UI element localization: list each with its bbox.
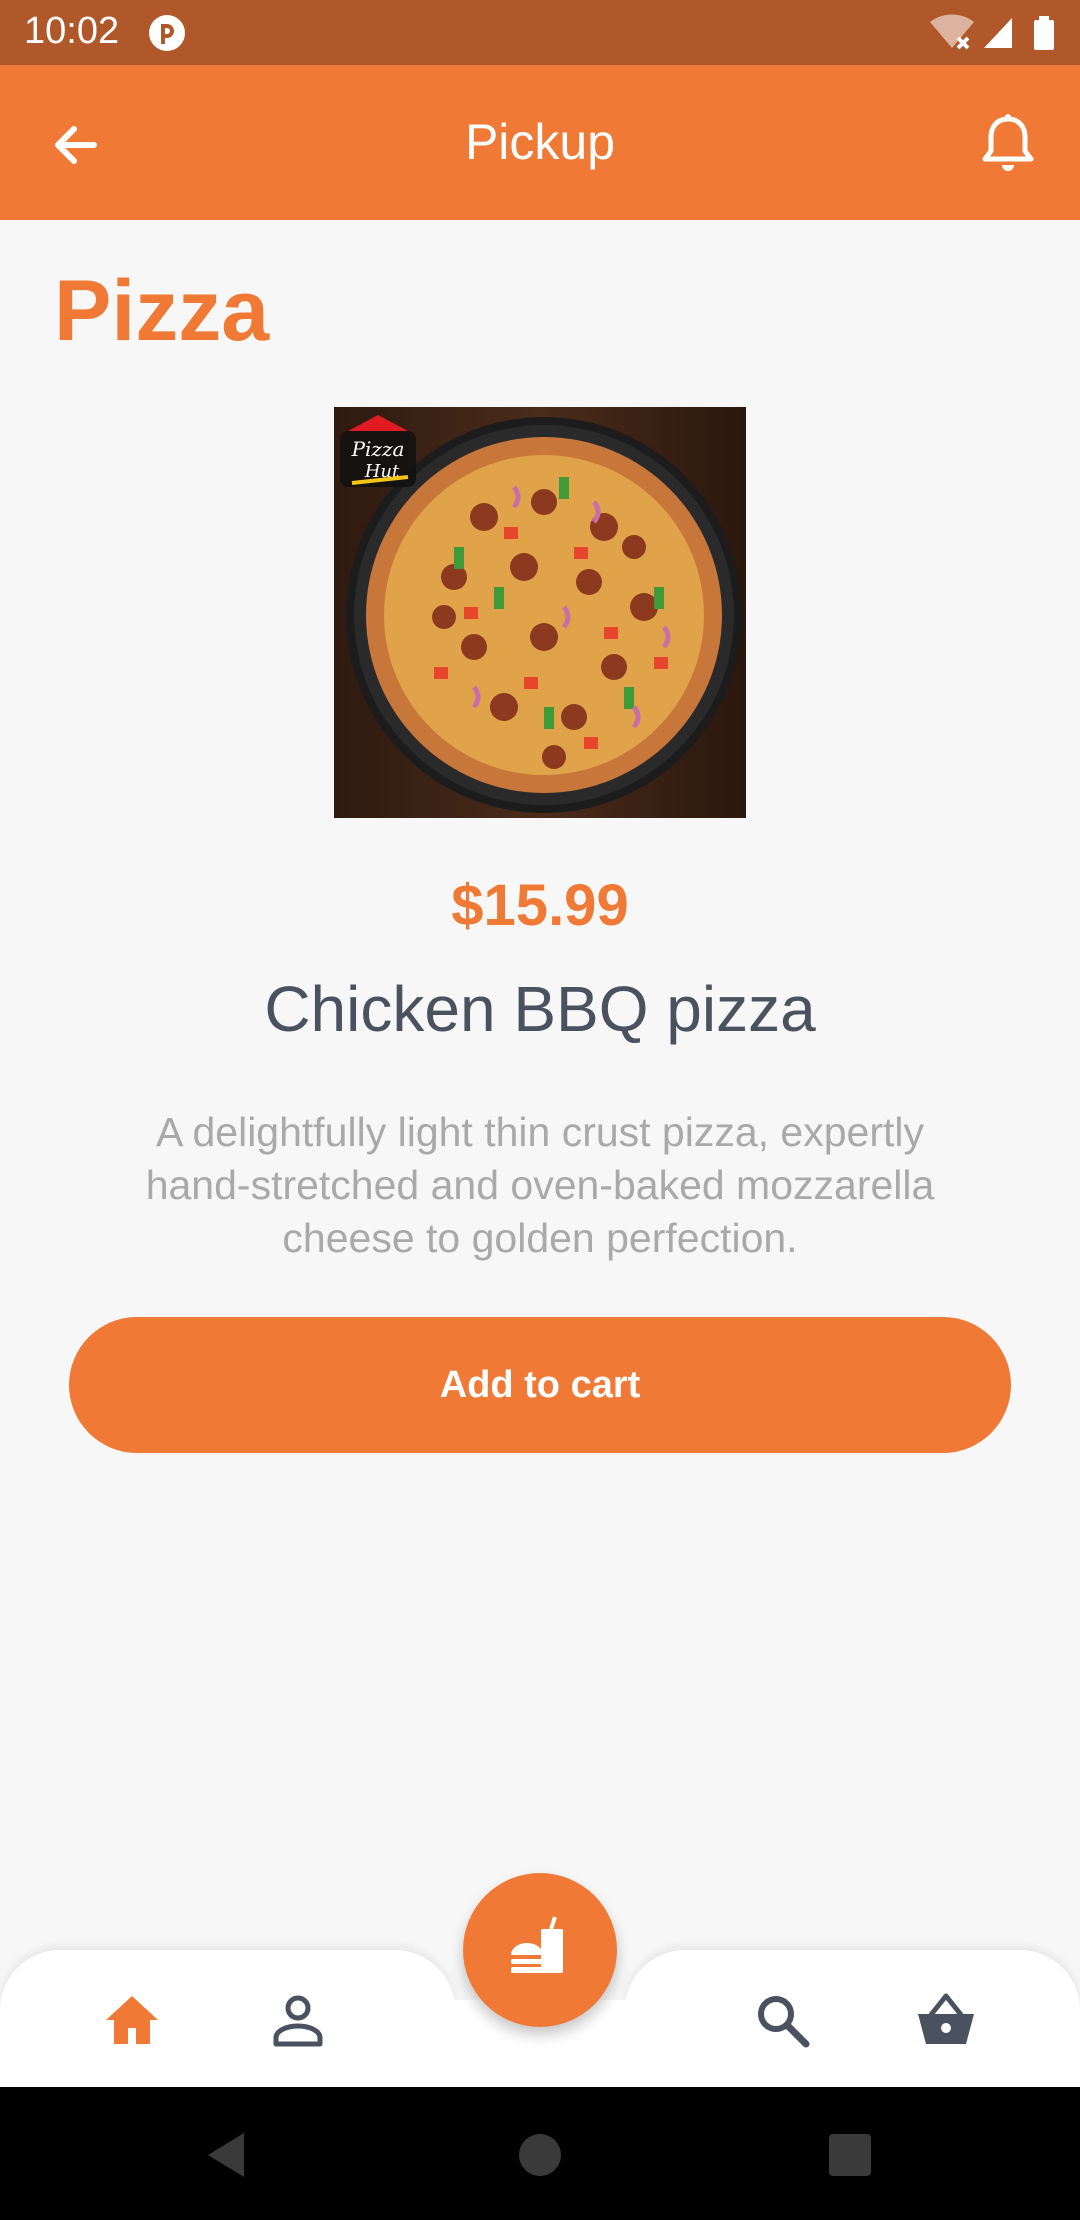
food-icon xyxy=(511,1916,563,1973)
product-price: $15.99 xyxy=(451,873,629,938)
status-bar: 10:02 xyxy=(0,0,1080,65)
screen: 10:02 Pickup Pizza Pizza Hut $15.99 Chic… xyxy=(0,0,1080,2220)
recents-square-icon[interactable] xyxy=(822,2127,878,2183)
battery-icon xyxy=(1034,16,1054,50)
person-icon[interactable] xyxy=(268,1990,328,2050)
system-nav-bar xyxy=(0,2087,1080,2220)
home-icon[interactable] xyxy=(102,1990,162,2050)
product-description: A delightfully light thin crust pizza, e… xyxy=(145,1109,935,1261)
svg-text:Pizza: Pizza xyxy=(351,437,405,461)
product-image: Pizza Hut xyxy=(334,407,746,818)
bottom-nav-right xyxy=(625,1950,1080,2087)
add-to-cart-button[interactable]: Add to cart xyxy=(69,1317,1011,1453)
product-name: Chicken BBQ pizza xyxy=(264,973,816,1045)
app-notification-icon xyxy=(149,15,185,51)
bell-icon[interactable] xyxy=(978,111,1038,177)
search-icon[interactable] xyxy=(752,1990,812,2050)
signal-icon xyxy=(984,18,1012,48)
food-menu-button[interactable] xyxy=(463,1873,617,2027)
app-bar: Pickup xyxy=(0,65,1080,220)
page-title: Pickup xyxy=(464,114,616,170)
basket-icon[interactable] xyxy=(916,1990,976,2050)
pizza-image: Pizza Hut xyxy=(334,407,746,818)
home-circle-icon[interactable] xyxy=(512,2127,568,2183)
back-triangle-icon[interactable] xyxy=(200,2127,256,2183)
wifi-icon xyxy=(930,14,974,50)
status-time: 10:02 xyxy=(24,10,120,52)
bottom-nav-left xyxy=(0,1950,455,2087)
status-icons xyxy=(930,14,1054,50)
category-title: Pizza xyxy=(54,263,270,359)
